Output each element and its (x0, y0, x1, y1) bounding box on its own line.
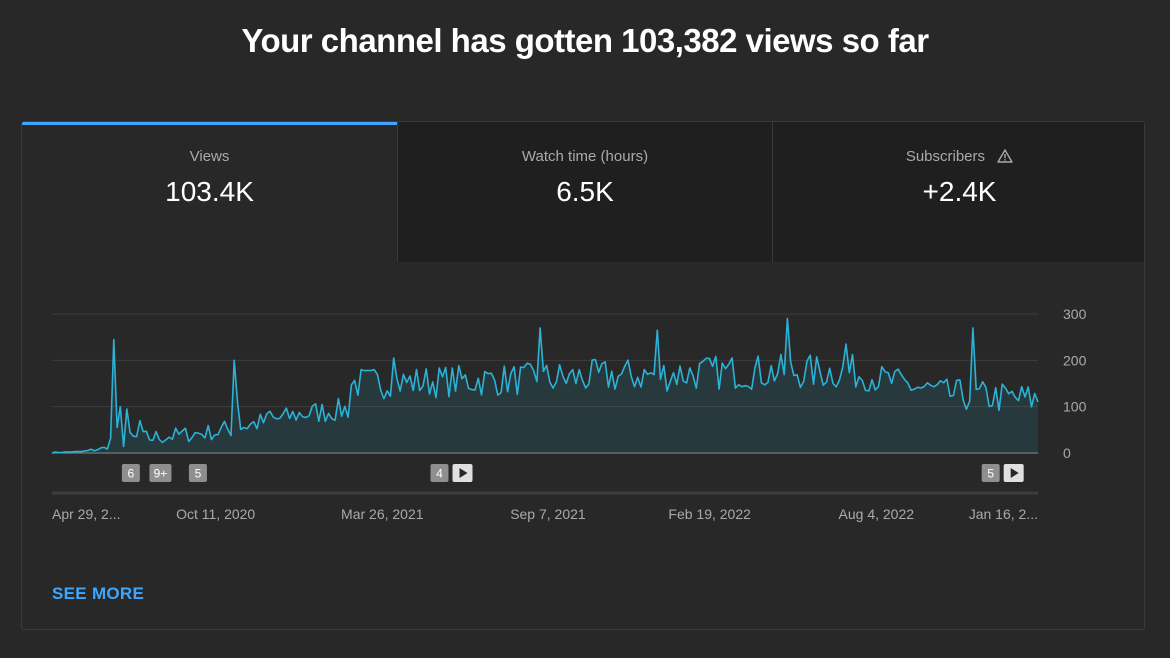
tab-watch-time-value: 6.5K (556, 176, 614, 207)
y-tick-label: 0 (1063, 445, 1071, 461)
tab-subscribers-label-row: Subscribers (773, 148, 1144, 167)
tab-views-value: 103.4K (165, 176, 254, 207)
views-area-fill (52, 318, 1038, 453)
y-tick-label: 200 (1063, 352, 1087, 368)
video-marker-count: 6 (128, 467, 135, 481)
tab-watch-time[interactable]: Watch time (hours) 6.5K (397, 122, 772, 262)
video-marker-count: 5 (987, 467, 994, 481)
y-tick-label: 100 (1063, 399, 1087, 415)
views-chart: 0 100 200 300 6 9+ 5 4 5 Apr 29, 2... Oct 11, 2020… (22, 262, 1144, 562)
page-title: Your channel has gotten 103,382 views so… (241, 22, 929, 59)
x-tick-label: Apr 29, 2... (52, 506, 120, 522)
tab-subscribers-value: +2.4K (922, 176, 997, 207)
x-tick-label: Jan 16, 2... (969, 506, 1038, 522)
tab-views[interactable]: Views 103.4K (22, 122, 397, 262)
video-marker-count: 4 (436, 467, 443, 481)
x-tick-label: Mar 26, 2021 (341, 506, 424, 522)
x-tick-label: Sep 7, 2021 (510, 506, 586, 522)
see-more-link[interactable]: SEE MORE (52, 584, 144, 604)
video-marker-count: 9+ (154, 467, 168, 481)
x-tick-label: Feb 19, 2022 (668, 506, 751, 522)
tab-subscribers[interactable]: Subscribers +2.4K (772, 122, 1144, 262)
x-tick-label: Aug 4, 2022 (839, 506, 915, 522)
tab-views-label: Views (189, 148, 230, 165)
warning-icon[interactable] (997, 149, 1013, 167)
analytics-card: Views 103.4K Watch time (hours) 6.5K Sub… (21, 121, 1145, 630)
y-tick-label: 300 (1063, 306, 1087, 322)
metric-tabs: Views 103.4K Watch time (hours) 6.5K Sub… (22, 122, 1144, 262)
x-tick-label: Oct 11, 2020 (176, 506, 255, 522)
tab-watch-time-label: Watch time (hours) (521, 148, 649, 165)
views-chart-svg: 0 100 200 300 6 9+ 5 4 5 Apr 29, 2... Oct 11, 2020… (51, 306, 1087, 522)
video-marker-count: 5 (195, 467, 202, 481)
tab-subscribers-label: Subscribers (905, 148, 986, 165)
